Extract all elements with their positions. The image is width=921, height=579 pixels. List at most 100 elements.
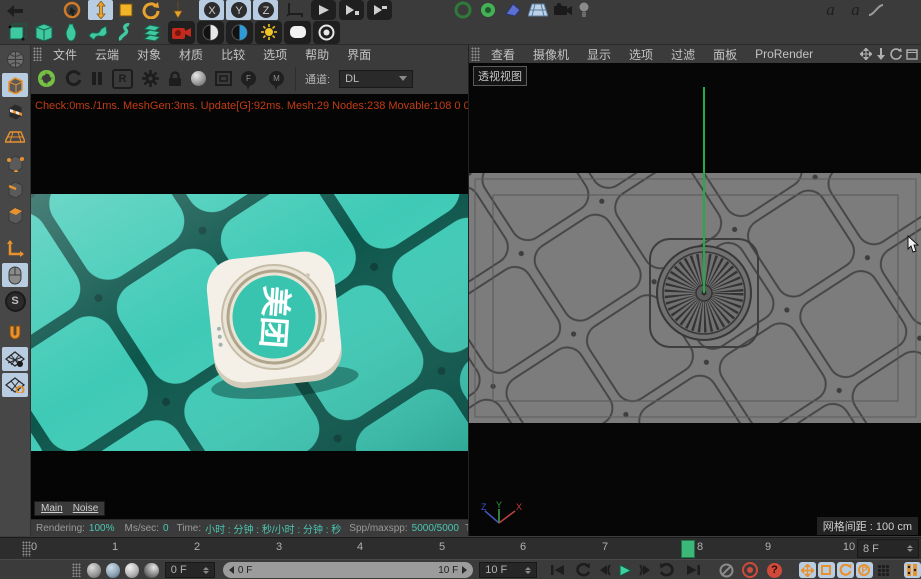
spline-icon[interactable] (111, 21, 138, 44)
last-tool-icon[interactable] (163, 0, 193, 20)
viewport-canvas[interactable]: 透视视图 (469, 63, 921, 536)
tab-main[interactable]: Main (41, 503, 63, 514)
animation-a-icon[interactable]: a (818, 0, 843, 20)
points-mode-icon[interactable] (2, 151, 28, 175)
record-position-button[interactable] (799, 562, 816, 578)
menu-options[interactable]: 选项 (254, 46, 296, 63)
menu-file[interactable]: 文件 (44, 46, 86, 63)
menu-panel[interactable]: 面板 (704, 46, 746, 63)
record-rotation-button[interactable] (837, 562, 854, 578)
scene-light-icon[interactable] (575, 0, 593, 20)
make-editable-icon[interactable] (2, 47, 28, 71)
menu-options2[interactable]: 选项 (620, 46, 662, 63)
settings-gear-icon[interactable] (142, 70, 159, 87)
move-tool-icon[interactable] (88, 0, 113, 20)
refresh-icon[interactable] (65, 70, 82, 87)
dolly-view-icon[interactable] (876, 48, 886, 60)
animation-a2-icon[interactable]: a (843, 0, 868, 20)
restart-render-button[interactable]: R (112, 69, 133, 89)
lock-x-axis-icon[interactable]: X (199, 0, 224, 20)
physical-sky-icon[interactable] (313, 21, 340, 44)
keyframe-sphere-3-icon[interactable] (125, 563, 139, 578)
workplane-icon[interactable] (2, 373, 28, 397)
menu-prorender[interactable]: ProRender (746, 47, 822, 61)
render-canvas[interactable]: Check:0ms./1ms. MeshGen:3ms. Update[G]:9… (31, 94, 468, 519)
render-region-icon[interactable] (215, 71, 232, 86)
channel-dropdown[interactable]: DL (339, 70, 413, 88)
end-frame-input[interactable]: 10 F (479, 562, 537, 578)
lock-workplane-icon[interactable] (2, 347, 28, 371)
maximize-view-icon[interactable] (906, 49, 918, 60)
display-mode-bw-icon[interactable] (197, 21, 224, 44)
lock-z-axis-icon[interactable]: Z (253, 0, 278, 20)
goto-start-button[interactable] (547, 562, 568, 579)
current-frame-input[interactable]: 0 F (165, 562, 215, 578)
record-parameter-button[interactable]: P (856, 562, 873, 578)
render-picture-viewer-icon[interactable] (339, 0, 364, 20)
menu-interface[interactable]: 界面 (338, 46, 380, 63)
record-keyframe-button[interactable] (740, 562, 761, 579)
render-view-icon[interactable] (311, 0, 336, 20)
panel-grip[interactable] (33, 47, 42, 61)
make-editable-cube-icon[interactable] (3, 21, 30, 44)
keyframe-sphere-4-icon[interactable] (144, 563, 158, 578)
film-camera-icon[interactable] (168, 21, 195, 44)
record-scale-button[interactable] (818, 562, 835, 578)
render-settings-icon[interactable] (367, 0, 392, 20)
keyframe-sphere-1-icon[interactable] (87, 563, 101, 578)
pan-view-icon[interactable] (860, 48, 872, 60)
transport-grip[interactable] (72, 563, 81, 577)
octane-logo-icon[interactable] (37, 69, 56, 88)
live-selection-icon[interactable] (59, 0, 84, 20)
panel-grip[interactable] (471, 47, 480, 61)
model-mode-icon[interactable] (2, 73, 28, 97)
spline-pen-icon[interactable] (500, 0, 525, 20)
curve-icon[interactable] (868, 0, 884, 20)
subdivision-surface-icon[interactable] (450, 0, 475, 20)
menu-objects[interactable]: 对象 (128, 46, 170, 63)
cloth-icon[interactable] (84, 21, 111, 44)
axis-mode-icon[interactable] (2, 237, 28, 261)
floor-icon[interactable] (525, 0, 550, 20)
light-sun-icon[interactable] (255, 21, 282, 44)
previous-frame-button[interactable] (594, 562, 615, 579)
texture-mode-icon[interactable] (2, 99, 28, 123)
autokey-help-button[interactable]: ? (764, 562, 785, 579)
display-mode-blue-icon[interactable] (226, 21, 253, 44)
rotate-view-icon[interactable] (890, 48, 902, 60)
generator-icon[interactable] (475, 0, 500, 20)
menu-help[interactable]: 帮助 (296, 46, 338, 63)
scene-camera-icon[interactable] (550, 0, 575, 20)
scale-tool-icon[interactable] (113, 0, 138, 20)
lock-y-axis-icon[interactable]: Y (226, 0, 251, 20)
sky-icon[interactable] (284, 21, 311, 44)
keyframe-sphere-2-icon[interactable] (106, 563, 120, 578)
menu-compare[interactable]: 比较 (212, 46, 254, 63)
play-button[interactable] (615, 562, 636, 579)
pause-icon[interactable] (91, 71, 103, 86)
undo-icon[interactable] (2, 0, 27, 20)
figure-icon[interactable] (30, 21, 57, 44)
timeline-grip[interactable] (22, 541, 31, 557)
keyframe-selection-button[interactable] (904, 562, 921, 578)
frame-stepper[interactable] (907, 545, 913, 552)
viewport-solo-icon[interactable] (2, 263, 28, 287)
tab-noise[interactable]: Noise (73, 503, 99, 514)
preview-range-slider[interactable]: 0 F 10 F (223, 562, 473, 578)
previous-key-button[interactable] (573, 562, 594, 579)
goto-end-button[interactable] (683, 562, 704, 579)
material-ball-icon[interactable] (191, 71, 206, 86)
range-left-arrow-icon[interactable] (229, 566, 234, 574)
pick-focus-icon[interactable]: F (241, 71, 256, 86)
next-frame-button[interactable] (636, 562, 657, 579)
rotate-tool-icon[interactable] (138, 0, 163, 20)
menu-view[interactable]: 查看 (482, 46, 524, 63)
timeline-ruler[interactable]: 0 1 2 3 4 5 6 7 8 9 10 8 F (0, 537, 921, 560)
point-level-animation-button[interactable] (875, 562, 892, 578)
lock-resolution-icon[interactable] (168, 71, 182, 87)
range-right-arrow-icon[interactable] (462, 566, 467, 574)
polygons-mode-icon[interactable] (2, 203, 28, 227)
next-key-button[interactable] (657, 562, 678, 579)
snap-icon[interactable]: S (2, 289, 28, 313)
array-icon[interactable] (138, 21, 165, 44)
